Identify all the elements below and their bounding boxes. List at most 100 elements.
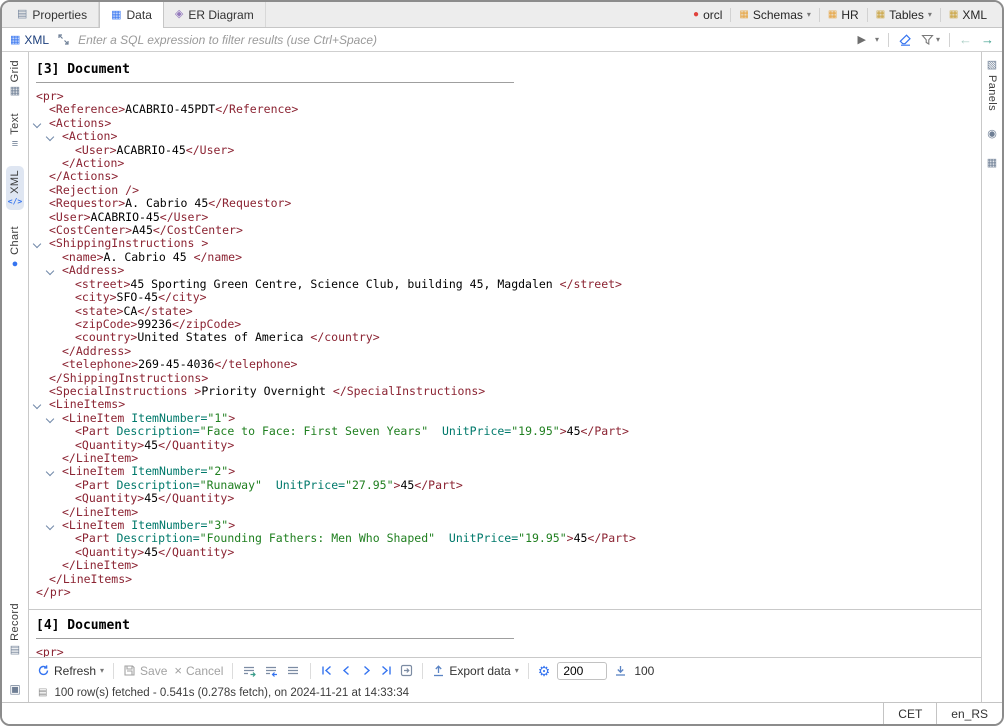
crumb-table-xml[interactable]: ▦ XML xyxy=(944,8,992,22)
submit-rows-icon[interactable] xyxy=(242,665,257,677)
view-xml[interactable]: XML </> xyxy=(6,166,24,210)
fetch-status-message: 100 row(s) fetched - 0.541s (0.278s fetc… xyxy=(54,687,409,699)
xml-token-attr: ItemNumber= xyxy=(131,518,207,532)
chevron-down-icon: ▾ xyxy=(928,11,932,19)
code-line: <SpecialInstructions >Priority Overnight… xyxy=(29,385,981,398)
xml-token-txt: A. Cabrio 45 xyxy=(125,196,208,210)
xml-token-txt: 45 xyxy=(400,478,414,492)
properties-icon: ▤ xyxy=(17,9,27,20)
filter-toolbar: ▦ XML ▶ ▾ ▾ ← → xyxy=(2,28,1002,52)
xml-token-tag: </zipCode> xyxy=(172,317,241,331)
tab-er-diagram[interactable]: ◈ ER Diagram xyxy=(164,2,266,27)
code-line: </LineItems> xyxy=(29,573,981,586)
fold-chevron-icon[interactable] xyxy=(46,468,55,477)
first-page-icon[interactable] xyxy=(320,664,333,677)
tab-data-label: Data xyxy=(127,8,152,22)
result-toolbar: Refresh ▾ Save × Cancel xyxy=(29,657,981,683)
crumb-tables[interactable]: ▦ Tables ▾ xyxy=(871,8,937,22)
cancel-button[interactable]: × Cancel xyxy=(174,664,223,678)
fold-chevron-icon[interactable] xyxy=(33,120,42,129)
crumb-schemas[interactable]: ▦ Schemas ▾ xyxy=(734,8,816,22)
revert-rows-icon[interactable] xyxy=(264,665,279,677)
divider xyxy=(949,33,950,47)
xml-token-txt: 45 xyxy=(144,545,158,559)
data-views-icon[interactable]: ▦ xyxy=(987,158,997,169)
xml-token-txt: CA xyxy=(123,304,137,318)
next-page-icon[interactable] xyxy=(360,664,373,677)
save-button[interactable]: Save xyxy=(123,664,167,678)
view-text[interactable]: Text ≡ xyxy=(9,113,21,150)
run-filter-icon[interactable]: ▶ xyxy=(858,33,866,46)
xml-token-tag: <LineItem xyxy=(62,411,131,425)
back-arrow-icon[interactable]: ← xyxy=(959,32,972,47)
cancel-icon: × xyxy=(174,664,182,677)
code-line: </pr> xyxy=(29,586,981,599)
fold-chevron-icon[interactable] xyxy=(46,133,55,142)
panels-toggle[interactable]: ▧ Panels xyxy=(986,60,998,111)
xml-token-tag: </ShippingInstructions> xyxy=(49,371,208,385)
xml-result-viewer[interactable]: [3] Document<pr><Reference>ACABRIO-45PDT… xyxy=(29,52,981,657)
tool-window-icon[interactable]: ▣ xyxy=(9,682,20,696)
view-record[interactable]: Record ▤ xyxy=(9,603,21,656)
grid-view-icon: ▦ xyxy=(10,86,20,97)
view-chart-label: Chart xyxy=(9,226,21,255)
xml-token-txt: ACABRIO-45PDT xyxy=(125,102,215,116)
xml-token-tag: </state> xyxy=(137,304,192,318)
refresh-button[interactable]: Refresh ▾ xyxy=(37,664,104,678)
tab-properties[interactable]: ▤ Properties xyxy=(6,2,99,27)
xml-token-tag: <Part xyxy=(75,424,117,438)
fold-chevron-icon[interactable] xyxy=(33,401,42,410)
divider xyxy=(528,663,529,679)
last-page-icon[interactable] xyxy=(380,664,393,677)
xml-view-chip[interactable]: ▦ XML xyxy=(10,33,49,47)
expand-icon[interactable] xyxy=(57,33,70,46)
fold-chevron-icon[interactable] xyxy=(46,415,55,424)
xml-token-tag: </User> xyxy=(160,210,208,224)
divider xyxy=(232,663,233,679)
table-icon: ▦ xyxy=(949,10,958,20)
forward-arrow-icon[interactable]: → xyxy=(981,32,994,47)
page-size-input[interactable] xyxy=(557,662,607,680)
xml-token-tag: <Address> xyxy=(62,263,124,277)
crumb-connection-orcl[interactable]: ● orcl xyxy=(688,8,727,22)
crumb-schemas-label: Schemas xyxy=(753,8,803,22)
code-line: <LineItem ItemNumber="3"> xyxy=(29,519,981,532)
view-chart[interactable]: Chart ● xyxy=(9,226,21,270)
tab-data[interactable]: ▦ Data xyxy=(99,2,164,28)
xml-token-aval: "Founding Fathers: Men Who Shaped" xyxy=(200,531,435,545)
divider xyxy=(867,8,868,22)
page-size-settings-icon[interactable]: ⚙ xyxy=(538,664,551,678)
code-line: <Action> xyxy=(29,130,981,143)
editor-tab-bar: ▤ Properties ▦ Data ◈ ER Diagram ● orcl … xyxy=(2,2,1002,28)
previous-page-icon[interactable] xyxy=(340,664,353,677)
sql-filter-input[interactable] xyxy=(78,33,849,47)
crumb-schema-hr[interactable]: ▦ HR xyxy=(823,8,864,22)
document-rule xyxy=(36,638,514,639)
code-line: <name>A. Cabrio 45 </name> xyxy=(29,251,981,264)
xml-token-tag: </LineItems> xyxy=(49,572,132,586)
xml-token-tag: </LineItem> xyxy=(62,505,138,519)
xml-token-txt: 269-45-4036 xyxy=(138,357,214,371)
xml-token-attr: UnitPrice= xyxy=(276,478,345,492)
clear-filter-icon[interactable] xyxy=(898,33,912,46)
goto-row-icon[interactable] xyxy=(400,664,413,677)
fold-chevron-icon[interactable] xyxy=(46,267,55,276)
view-xml-label: XML xyxy=(9,170,21,194)
xml-token-txt: ACABRIO-45 xyxy=(117,143,186,157)
view-grid[interactable]: Grid ▦ xyxy=(9,60,21,97)
locale-widget[interactable]: en_RS xyxy=(936,703,1002,724)
filter-icon[interactable]: ▾ xyxy=(921,34,940,46)
row-limit-icon[interactable] xyxy=(614,664,627,677)
timezone-widget[interactable]: CET xyxy=(883,703,936,724)
fold-chevron-icon[interactable] xyxy=(46,522,55,531)
row-limit-value: 100 xyxy=(634,664,654,678)
ai-assistant-icon[interactable]: ◉ xyxy=(987,129,997,140)
filter-history-icon[interactable]: ▾ xyxy=(875,36,879,44)
status-line: ▤ 100 row(s) fetched - 0.541s (0.278s fe… xyxy=(29,683,981,702)
xml-view-label: XML xyxy=(24,33,49,47)
fold-chevron-icon[interactable] xyxy=(33,240,42,249)
export-data-button[interactable]: Export data ▾ xyxy=(432,664,518,678)
compare-rows-icon[interactable] xyxy=(286,665,301,677)
database-icon: ● xyxy=(693,10,699,20)
schema-icon: ▦ xyxy=(739,10,748,20)
